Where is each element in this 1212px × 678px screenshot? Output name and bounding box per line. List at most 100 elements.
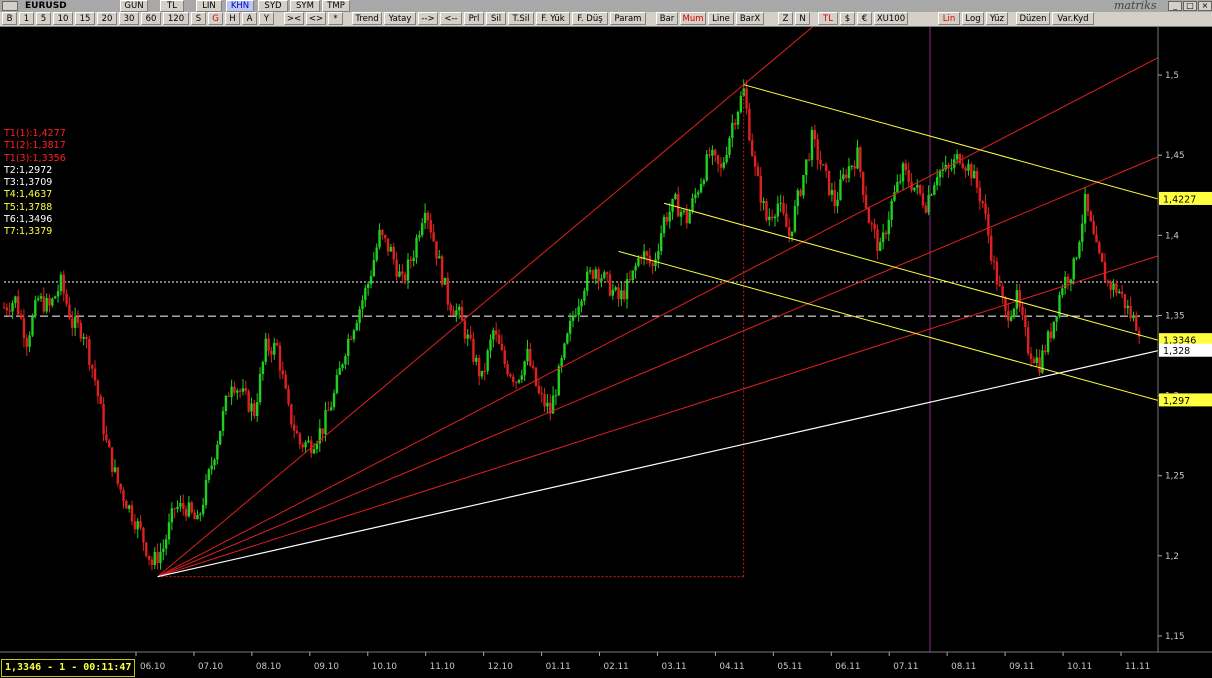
toolbar-button-16[interactable]: * xyxy=(328,12,343,25)
toolbar-button-39[interactable]: Yüz xyxy=(986,12,1008,25)
candle-body xyxy=(847,166,851,179)
candle-body xyxy=(756,166,760,176)
toolbar-button-2[interactable]: 5 xyxy=(36,12,51,25)
candle-body xyxy=(1118,291,1121,294)
toolbar-button-22[interactable]: Sil xyxy=(486,12,506,25)
candle-body xyxy=(924,205,927,213)
toolbar-button-7[interactable]: 60 xyxy=(141,12,161,25)
toolbar-button-8[interactable]: 120 xyxy=(163,12,189,25)
candle-body xyxy=(105,434,108,441)
toolbar-button-12[interactable]: A xyxy=(242,12,257,25)
candle-body xyxy=(1098,242,1101,253)
candle-body xyxy=(580,300,583,307)
close-icon[interactable]: × xyxy=(1198,1,1212,11)
toolbar-button-34[interactable]: $ xyxy=(840,12,855,25)
candle-body xyxy=(1007,310,1010,321)
candle-body xyxy=(586,271,589,291)
candle-body xyxy=(714,149,717,156)
candle-body xyxy=(1001,286,1004,298)
candle-body xyxy=(349,338,353,340)
candle-body xyxy=(708,154,711,156)
toolbar-button-26[interactable]: Param xyxy=(610,12,646,25)
candle-body xyxy=(503,349,506,365)
candle-body xyxy=(816,139,819,160)
toolbar-button-36[interactable]: XU100 xyxy=(874,12,908,25)
toolbar-button-3[interactable]: 10 xyxy=(53,12,73,25)
toolbar-button-23[interactable]: T.Sil xyxy=(508,12,534,25)
candle-body xyxy=(19,314,23,319)
candle-body xyxy=(534,367,538,386)
toolbar-button-25[interactable]: F. Düş xyxy=(572,12,608,25)
toolbar-button-15[interactable]: <> xyxy=(306,12,326,25)
candle-body xyxy=(779,202,782,204)
toolbar-button-19[interactable]: --> xyxy=(418,12,438,25)
candle-body xyxy=(1103,262,1107,281)
toolbar-button-21[interactable]: Prl xyxy=(464,12,484,25)
candle-body xyxy=(938,170,942,178)
toolbar-button-32[interactable]: N xyxy=(795,12,810,25)
title-button-gun[interactable]: GUN xyxy=(120,0,148,12)
toolbar-button-35[interactable]: € xyxy=(857,12,872,25)
candle-body xyxy=(429,220,432,233)
candle-body xyxy=(950,167,953,169)
toolbar-button-6[interactable]: 30 xyxy=(119,12,139,25)
toolbar-button-1[interactable]: 1 xyxy=(19,12,34,25)
toolbar-button-24[interactable]: F. Yük xyxy=(536,12,570,25)
toolbar-button-17[interactable]: Trend xyxy=(352,12,382,25)
candle-body xyxy=(110,447,114,472)
toolbar-button-20[interactable]: <-- xyxy=(440,12,462,25)
toolbar-button-31[interactable]: Z xyxy=(778,12,793,25)
chart-background xyxy=(0,27,1212,678)
toolbar-button-18[interactable]: Yatay xyxy=(384,12,416,25)
toolbar-button-38[interactable]: Log xyxy=(962,12,984,25)
candle-body xyxy=(520,375,523,380)
candle-body xyxy=(1061,288,1064,296)
toolbar-button-4[interactable]: 15 xyxy=(75,12,95,25)
candle-body xyxy=(477,357,481,377)
toolbar-button-28[interactable]: Mum xyxy=(680,12,706,25)
candle-body xyxy=(253,403,256,416)
candle-body xyxy=(5,307,9,311)
toolbar-button-5[interactable]: 20 xyxy=(97,12,117,25)
maximize-icon[interactable]: □ xyxy=(1183,1,1197,11)
title-button-lin[interactable]: LIN xyxy=(196,0,222,12)
toolbar-button-27[interactable]: Bar xyxy=(656,12,678,25)
candle-body xyxy=(395,259,398,277)
candle-body xyxy=(512,376,515,382)
toolbar-button-30[interactable]: BarX xyxy=(736,12,764,25)
title-button-tmp[interactable]: TMP xyxy=(322,0,350,12)
candle-body xyxy=(628,279,632,281)
candle-body xyxy=(1041,350,1044,373)
toolbar-button-0[interactable]: B xyxy=(2,12,17,25)
minimize-icon[interactable]: _ xyxy=(1168,1,1182,11)
toolbar-button-37[interactable]: Lin xyxy=(938,12,960,25)
candle-body xyxy=(876,229,879,251)
candle-body xyxy=(73,316,77,328)
candle-body xyxy=(864,194,868,209)
title-button-tl[interactable]: TL xyxy=(160,0,184,12)
candle-body xyxy=(577,306,580,316)
toolbar-button-29[interactable]: Line xyxy=(708,12,734,25)
toolbar-button-11[interactable]: H xyxy=(225,12,240,25)
toolbar-button-40[interactable]: Düzen xyxy=(1016,12,1050,25)
candle-body xyxy=(1095,234,1098,243)
candle-body xyxy=(435,241,438,259)
candle-body xyxy=(685,210,688,224)
title-button-syd[interactable]: SYD xyxy=(258,0,288,12)
candle-body xyxy=(531,365,535,368)
y-tick-label: 1,5 xyxy=(1165,71,1179,81)
toolbar-button-10[interactable]: G xyxy=(208,12,223,25)
toolbar-button-41[interactable]: Var.Kyd xyxy=(1052,12,1094,25)
title-button-khn[interactable]: KHN xyxy=(226,0,254,12)
candle-body xyxy=(68,304,71,319)
window-menu-icon[interactable] xyxy=(2,1,18,11)
title-button-sym[interactable]: SYM xyxy=(290,0,320,12)
candle-body xyxy=(466,334,469,339)
toolbar-button-13[interactable]: Y xyxy=(259,12,274,25)
toolbar-button-14[interactable]: >< xyxy=(284,12,304,25)
candle-body xyxy=(179,502,182,507)
candle-body xyxy=(384,234,387,239)
toolbar-button-33[interactable]: TL xyxy=(818,12,838,25)
price-chart[interactable]: 1,151,21,251,31,351,41,451,5 06.1007.100… xyxy=(0,27,1212,678)
toolbar-button-9[interactable]: S xyxy=(191,12,206,25)
